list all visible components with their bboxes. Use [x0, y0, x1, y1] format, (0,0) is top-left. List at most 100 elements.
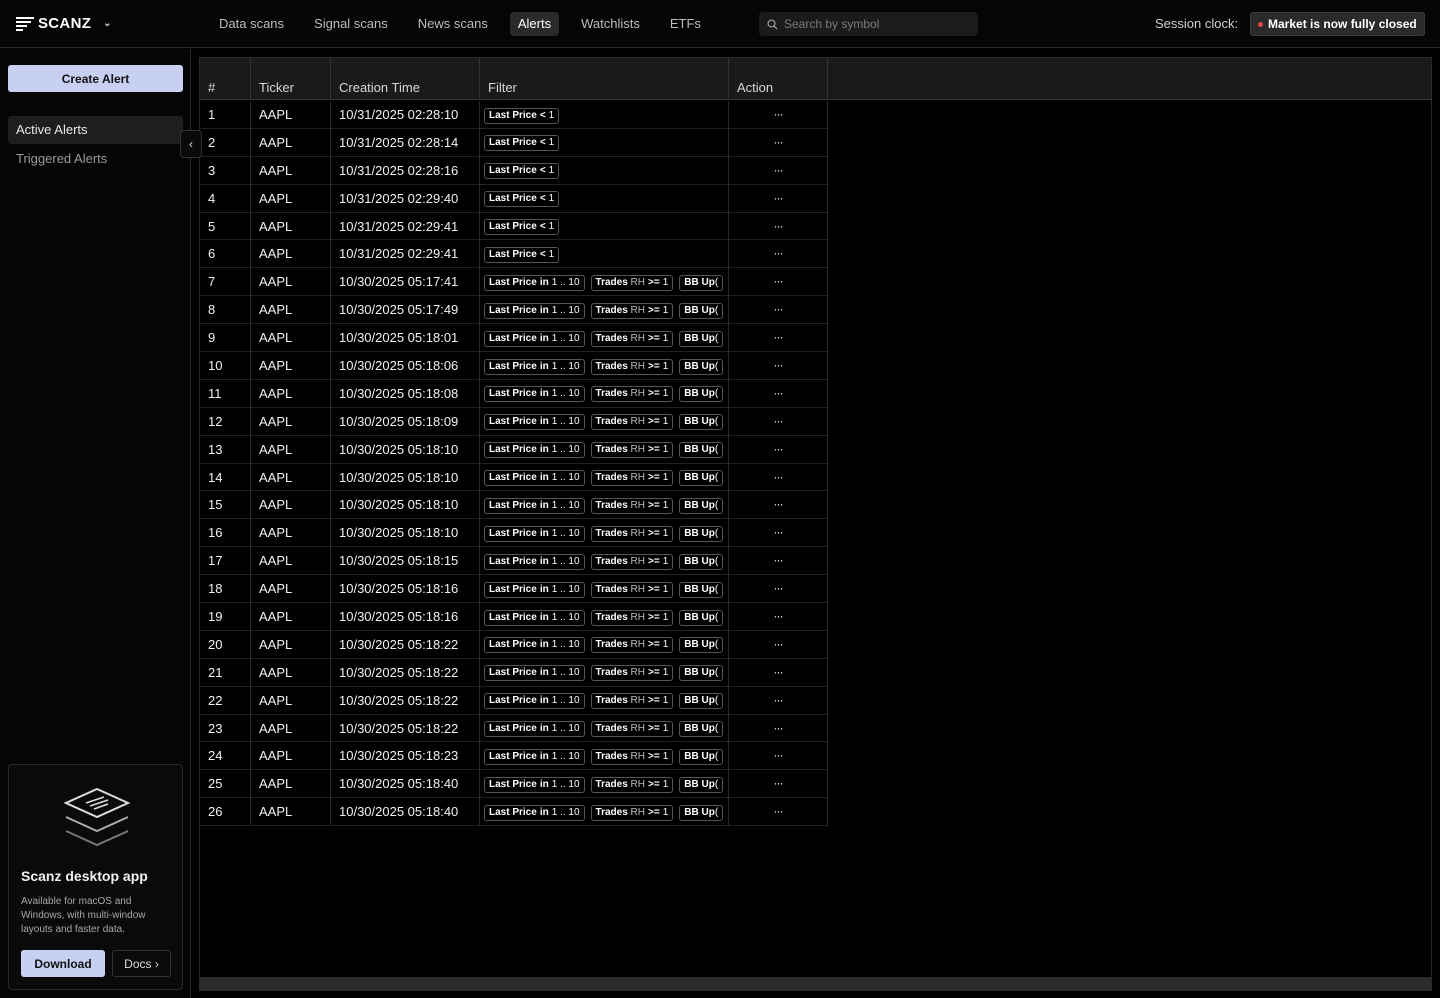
filter-chip[interactable]: BB Up( [679, 693, 724, 710]
filter-chip[interactable]: Last Price in 1 .. 10 [484, 274, 585, 291]
filter-chip[interactable]: Last Price in 1 .. 10 [484, 302, 585, 319]
table-row[interactable]: 20 AAPL 10/30/2025 05:18:22 Last Price in 1 .… [200, 630, 828, 659]
filter-chip[interactable]: Last Price in 1 .. 10 [484, 358, 585, 375]
row-action-menu-icon[interactable]: ··· [729, 770, 828, 799]
filter-chip[interactable]: BB Up( [679, 609, 724, 626]
filter-chip[interactable]: Last Price in 1 .. 10 [484, 386, 585, 403]
table-row[interactable]: 26 AAPL 10/30/2025 05:18:40 Last Price in 1 .… [200, 798, 828, 827]
tab-alerts[interactable]: Alerts [509, 12, 560, 36]
table-row[interactable]: 3 AAPL 10/31/2025 02:28:16 Last Price <1 ··· [200, 156, 828, 185]
filter-chip[interactable]: Trades RH >= 1 [590, 749, 674, 766]
row-action-menu-icon[interactable]: ··· [729, 463, 828, 492]
row-action-menu-icon[interactable]: ··· [729, 547, 828, 576]
filter-chip[interactable]: Trades RH >= 1 [590, 637, 674, 654]
filter-chip[interactable]: Last Price <1 [484, 163, 560, 180]
market-status-badge[interactable]: Market is now fully closed [1250, 12, 1425, 36]
table-row[interactable]: 2 AAPL 10/31/2025 02:28:14 Last Price <1 ··· [200, 128, 828, 157]
filter-chip[interactable]: Trades RH >= 1 [590, 330, 674, 347]
filter-chip[interactable]: Last Price in 1 .. 10 [484, 525, 585, 542]
table-row[interactable]: 25 AAPL 10/30/2025 05:18:40 Last Price in 1 .… [200, 770, 828, 799]
row-action-menu-icon[interactable]: ··· [729, 101, 828, 129]
create-alert-button[interactable]: Create Alert [8, 65, 183, 92]
filter-chip[interactable]: BB Up( [679, 498, 724, 515]
tab-news-scans[interactable]: News scans [410, 12, 496, 36]
filter-chip[interactable]: BB Up( [679, 749, 724, 766]
row-action-menu-icon[interactable]: ··· [729, 575, 828, 604]
row-action-menu-icon[interactable]: ··· [729, 296, 828, 325]
table-row[interactable]: 14 AAPL 10/30/2025 05:18:10 Last Price in 1 .… [200, 463, 828, 492]
filter-chip[interactable]: BB Up( [679, 637, 724, 654]
filter-chip[interactable]: BB Up( [679, 470, 724, 487]
filter-chip[interactable]: Last Price in 1 .. 10 [484, 637, 585, 654]
filter-chip[interactable]: BB Up( [679, 442, 724, 459]
filter-chip[interactable]: Trades RH >= 1 [590, 358, 674, 375]
row-action-menu-icon[interactable]: ··· [729, 603, 828, 631]
table-row[interactable]: 6 AAPL 10/31/2025 02:29:41 Last Price <1 ··· [200, 240, 828, 269]
table-row[interactable]: 21 AAPL 10/30/2025 05:18:22 Last Price in 1 .… [200, 658, 828, 687]
filter-chip[interactable]: Trades RH >= 1 [590, 581, 674, 598]
filter-chip[interactable]: BB Up( [679, 358, 724, 375]
row-action-menu-icon[interactable]: ··· [729, 742, 828, 771]
table-row[interactable]: 24 AAPL 10/30/2025 05:18:23 Last Price in 1 .… [200, 742, 828, 771]
filter-chip[interactable]: Trades RH >= 1 [590, 386, 674, 403]
filter-chip[interactable]: Trades RH >= 1 [590, 442, 674, 459]
row-action-menu-icon[interactable]: ··· [729, 268, 828, 297]
horizontal-scrollbar[interactable] [200, 977, 1431, 990]
table-row[interactable]: 1 AAPL 10/31/2025 02:28:10 Last Price <1 ··· [200, 101, 828, 129]
filter-chip[interactable]: Last Price <1 [484, 247, 560, 264]
column-header-ticker[interactable]: Ticker [251, 58, 331, 100]
filter-chip[interactable]: Trades RH >= 1 [590, 470, 674, 487]
filter-chip[interactable]: Trades RH >= 1 [590, 302, 674, 319]
row-action-menu-icon[interactable]: ··· [729, 128, 828, 157]
row-action-menu-icon[interactable]: ··· [729, 352, 828, 380]
row-action-menu-icon[interactable]: ··· [729, 519, 828, 548]
filter-chip[interactable]: Last Price <1 [484, 191, 560, 208]
docs-button[interactable]: Docs › [112, 950, 171, 977]
filter-chip[interactable]: Last Price <1 [484, 219, 560, 236]
filter-chip[interactable]: Trades RH >= 1 [590, 553, 674, 570]
filter-chip[interactable]: BB Up( [679, 274, 724, 291]
table-row[interactable]: 15 AAPL 10/30/2025 05:18:10 Last Price in 1 .… [200, 491, 828, 520]
table-row[interactable]: 22 AAPL 10/30/2025 05:18:22 Last Price in 1 .… [200, 686, 828, 715]
column-header-filter[interactable]: Filter [480, 58, 729, 100]
table-row[interactable]: 9 AAPL 10/30/2025 05:18:01 Last Price in 1 ..… [200, 324, 828, 353]
row-action-menu-icon[interactable]: ··· [729, 798, 828, 827]
filter-chip[interactable]: Trades RH >= 1 [590, 414, 674, 431]
table-row[interactable]: 7 AAPL 10/30/2025 05:17:41 Last Price in 1 ..… [200, 268, 828, 297]
filter-chip[interactable]: Last Price in 1 .. 10 [484, 553, 585, 570]
tab-watchlists[interactable]: Watchlists [573, 12, 648, 36]
filter-chip[interactable]: Last Price in 1 .. 10 [484, 330, 585, 347]
filter-chip[interactable]: BB Up( [679, 553, 724, 570]
filter-chip[interactable]: Last Price in 1 .. 10 [484, 776, 585, 793]
filter-chip[interactable]: Trades RH >= 1 [590, 693, 674, 710]
sidebar-item-active-alerts[interactable]: Active Alerts [8, 116, 183, 144]
filter-chip[interactable]: Trades RH >= 1 [590, 525, 674, 542]
table-row[interactable]: 4 AAPL 10/31/2025 02:29:40 Last Price <1 ··· [200, 184, 828, 213]
filter-chip[interactable]: Last Price in 1 .. 10 [484, 470, 585, 487]
row-action-menu-icon[interactable]: ··· [729, 686, 828, 715]
filter-chip[interactable]: Trades RH >= 1 [590, 776, 674, 793]
tab-data-scans[interactable]: Data scans [211, 12, 292, 36]
row-action-menu-icon[interactable]: ··· [729, 435, 828, 464]
filter-chip[interactable]: Trades RH >= 1 [590, 609, 674, 626]
filter-chip[interactable]: Trades RH >= 1 [590, 665, 674, 682]
table-row[interactable]: 17 AAPL 10/30/2025 05:18:15 Last Price in 1 .… [200, 547, 828, 576]
row-action-menu-icon[interactable]: ··· [729, 379, 828, 408]
sidebar-item-triggered-alerts[interactable]: Triggered Alerts [8, 145, 183, 173]
table-row[interactable]: 11 AAPL 10/30/2025 05:18:08 Last Price in 1 .… [200, 379, 828, 408]
row-action-menu-icon[interactable]: ··· [729, 714, 828, 743]
filter-chip[interactable]: Last Price <1 [484, 107, 560, 124]
filter-chip[interactable]: BB Up( [679, 525, 724, 542]
row-action-menu-icon[interactable]: ··· [729, 630, 828, 659]
filter-chip[interactable]: BB Up( [679, 302, 724, 319]
search-input[interactable] [784, 17, 974, 31]
filter-chip[interactable]: BB Up( [679, 665, 724, 682]
row-action-menu-icon[interactable]: ··· [729, 212, 828, 241]
filter-chip[interactable]: Last Price in 1 .. 10 [484, 721, 585, 738]
table-row[interactable]: 5 AAPL 10/31/2025 02:29:41 Last Price <1 ··· [200, 212, 828, 241]
table-row[interactable]: 13 AAPL 10/30/2025 05:18:10 Last Price in 1 .… [200, 435, 828, 464]
table-row[interactable]: 23 AAPL 10/30/2025 05:18:22 Last Price in 1 .… [200, 714, 828, 743]
tab-etfs[interactable]: ETFs [662, 12, 709, 36]
filter-chip[interactable]: BB Up( [679, 721, 724, 738]
filter-chip[interactable]: Last Price in 1 .. 10 [484, 498, 585, 515]
